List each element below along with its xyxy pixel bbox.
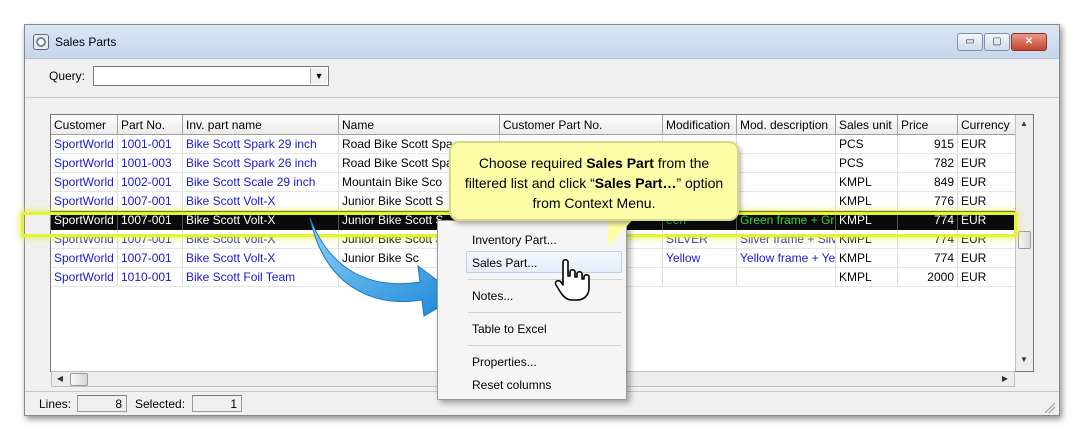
table-cell[interactable]: [737, 192, 836, 211]
table-cell[interactable]: 1001-003: [118, 154, 183, 173]
instruction-callout: Choose required Sales Part from the filt…: [449, 141, 739, 221]
menu-separator: [468, 279, 622, 280]
column-header[interactable]: Price: [898, 115, 958, 135]
column-header[interactable]: Name: [339, 115, 500, 135]
table-cell[interactable]: PCS: [836, 135, 898, 154]
table-cell[interactable]: KMPL: [836, 268, 898, 287]
table-cell[interactable]: EUR: [958, 249, 1016, 268]
lines-label: Lines:: [39, 397, 72, 411]
close-button[interactable]: ✕: [1011, 33, 1047, 51]
column-header[interactable]: Customer: [51, 115, 118, 135]
chevron-down-icon[interactable]: ▼: [310, 68, 327, 84]
selected-label: Selected:: [135, 397, 186, 411]
callout-text-1: Choose required: [478, 155, 587, 171]
table-cell[interactable]: 849: [898, 173, 958, 192]
table-cell[interactable]: SportWorld: [51, 192, 118, 211]
table-cell[interactable]: KMPL: [836, 249, 898, 268]
menu-item-properties[interactable]: Properties...: [472, 355, 537, 375]
lines-count: 8: [77, 395, 127, 412]
table-cell[interactable]: Bike Scott Volt-X: [183, 192, 339, 211]
menu-item-inventory-part[interactable]: Inventory Part...: [472, 233, 557, 253]
scroll-up-icon[interactable]: ▲: [1017, 119, 1031, 128]
table-cell[interactable]: EUR: [958, 173, 1016, 192]
column-header[interactable]: Currency: [958, 115, 1016, 135]
menu-item-sales-part[interactable]: Sales Part...: [472, 256, 537, 276]
menu-separator: [468, 345, 622, 346]
vertical-scroll-thumb[interactable]: [1018, 231, 1031, 249]
table-cell[interactable]: PCS: [836, 154, 898, 173]
menu-item-notes[interactable]: Notes...: [472, 289, 513, 309]
column-header[interactable]: Sales unit: [836, 115, 898, 135]
table-cell[interactable]: [737, 268, 836, 287]
vertical-scrollbar[interactable]: ▲ ▼: [1015, 115, 1033, 371]
selected-count: 1: [192, 395, 242, 412]
callout-bold-2: Sales Part…: [594, 175, 677, 191]
table-cell[interactable]: Bike Scott Spark 29 inch: [183, 135, 339, 154]
table-cell[interactable]: [737, 154, 836, 173]
table-cell[interactable]: SportWorld: [51, 135, 118, 154]
menu-item-reset-columns[interactable]: Reset columns: [472, 378, 551, 398]
minimize-button[interactable]: ▭: [957, 33, 983, 51]
table-cell[interactable]: KMPL: [836, 192, 898, 211]
menu-item-table-to-excel[interactable]: Table to Excel: [472, 322, 547, 342]
resize-grip-icon[interactable]: [1043, 401, 1055, 413]
table-cell[interactable]: KMPL: [836, 173, 898, 192]
context-menu: Inventory Part... Sales Part... Notes...…: [437, 220, 627, 400]
table-cell[interactable]: EUR: [958, 154, 1016, 173]
table-cell[interactable]: EUR: [958, 135, 1016, 154]
table-cell[interactable]: [737, 173, 836, 192]
table-cell[interactable]: SportWorld: [51, 268, 118, 287]
maximize-button[interactable]: ▢: [984, 33, 1010, 51]
query-label: Query:: [49, 69, 86, 83]
table-cell[interactable]: 2000: [898, 268, 958, 287]
table-cell[interactable]: 1001-001: [118, 135, 183, 154]
table-cell[interactable]: SportWorld: [51, 154, 118, 173]
scroll-down-icon[interactable]: ▼: [1017, 355, 1031, 364]
menu-separator: [468, 312, 622, 313]
scroll-left-icon[interactable]: ◀: [53, 374, 67, 383]
column-header[interactable]: Customer Part No.: [500, 115, 663, 135]
title-bar: Sales Parts ▭ ▢ ✕: [25, 25, 1059, 59]
table-cell[interactable]: 776: [898, 192, 958, 211]
column-header[interactable]: Modification: [663, 115, 737, 135]
table-cell[interactable]: 774: [898, 249, 958, 268]
column-header[interactable]: Mod. description: [737, 115, 836, 135]
gear-icon: [33, 34, 49, 50]
table-cell[interactable]: 915: [898, 135, 958, 154]
table-cell[interactable]: Yellow: [663, 249, 737, 268]
table-cell[interactable]: EUR: [958, 192, 1016, 211]
table-cell[interactable]: Bike Scott Spark 26 inch: [183, 154, 339, 173]
scroll-right-icon[interactable]: ▶: [998, 374, 1012, 383]
table-cell[interactable]: [663, 268, 737, 287]
table-cell[interactable]: [737, 135, 836, 154]
table-cell[interactable]: 1002-001: [118, 173, 183, 192]
hand-pointer-icon: [554, 258, 590, 301]
table-cell[interactable]: 782: [898, 154, 958, 173]
column-header[interactable]: Part No.: [118, 115, 183, 135]
table-cell[interactable]: SportWorld: [51, 173, 118, 192]
table-cell[interactable]: 1010-001: [118, 268, 183, 287]
query-select[interactable]: ▼: [93, 66, 329, 86]
column-header[interactable]: Inv. part name: [183, 115, 339, 135]
table-cell[interactable]: Yellow frame + Yel: [737, 249, 836, 268]
horizontal-scroll-thumb[interactable]: [70, 373, 88, 386]
callout-bold-1: Sales Part: [586, 155, 654, 171]
table-cell[interactable]: 1007-001: [118, 192, 183, 211]
table-cell[interactable]: EUR: [958, 268, 1016, 287]
table-cell[interactable]: Bike Scott Scale 29 inch: [183, 173, 339, 192]
table-cell[interactable]: SportWorld: [51, 249, 118, 268]
window-title: Sales Parts: [55, 35, 117, 49]
divider: [25, 97, 1059, 98]
table-cell[interactable]: 1007-001: [118, 249, 183, 268]
